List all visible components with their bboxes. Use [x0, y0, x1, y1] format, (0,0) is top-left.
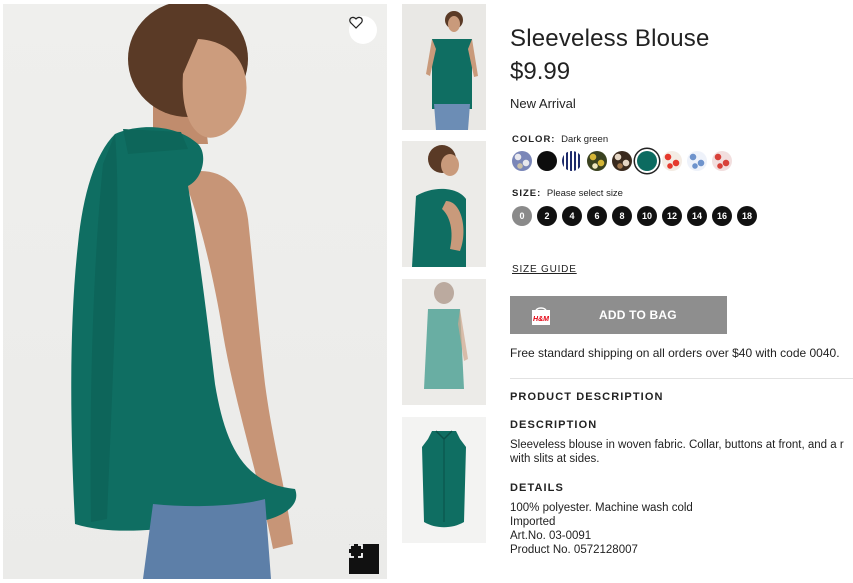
size-guide-link[interactable]: SIZE GUIDE [512, 264, 577, 275]
bag-logo-text: H&M [533, 316, 549, 323]
size-option-18[interactable]: 18 [737, 206, 757, 226]
details-heading: DETAILS [510, 482, 564, 494]
color-swatch-black[interactable] [537, 151, 557, 171]
size-option-2[interactable]: 2 [537, 206, 557, 226]
thumbnail-back[interactable] [402, 279, 486, 405]
color-label: COLOR: Dark green [512, 134, 608, 145]
detail-item: Product No. 0572128007 [510, 544, 638, 556]
color-swatch-striped-navy[interactable] [562, 151, 582, 171]
color-swatch-leopard[interactable] [612, 151, 632, 171]
description-text: Sleeveless blouse in woven fabric. Colla… [510, 438, 853, 466]
size-option-12[interactable]: 12 [662, 206, 682, 226]
color-label-title: COLOR: [512, 134, 556, 145]
size-prompt: Please select size [546, 188, 623, 199]
size-label: SIZE: Please select size [512, 188, 623, 199]
description-line-1: Sleeveless blouse in woven fabric. Colla… [510, 439, 844, 451]
main-product-image[interactable] [3, 4, 387, 579]
size-option-6[interactable]: 6 [587, 206, 607, 226]
new-arrival-badge: New Arrival [510, 96, 576, 111]
thumbnail-side-image [402, 141, 486, 267]
color-swatch-dark-green[interactable] [637, 151, 657, 171]
thumbnail-flat[interactable] [402, 417, 486, 543]
thumbnail-back-image [402, 279, 486, 405]
size-option-8[interactable]: 8 [612, 206, 632, 226]
size-option-0[interactable]: 0 [512, 206, 532, 226]
product-description-heading[interactable]: PRODUCT DESCRIPTION [510, 391, 664, 403]
description-heading: DESCRIPTION [510, 419, 598, 431]
model-back-view-illustration [71, 4, 297, 579]
size-option-16[interactable]: 16 [712, 206, 732, 226]
detail-item: 100% polyester. Machine wash cold [510, 502, 693, 514]
details-list: 100% polyester. Machine wash cold Import… [510, 501, 693, 557]
description-line-2: with slits at sides. [510, 453, 600, 465]
divider [510, 378, 853, 379]
heart-icon [349, 16, 363, 29]
size-label-title: SIZE: [512, 188, 542, 199]
product-title: Sleeveless Blouse [510, 25, 710, 52]
add-to-bag-button[interactable]: H&M ADD TO BAG [510, 296, 727, 334]
thumbnail-front-image [402, 4, 486, 130]
shopping-bag-icon: H&M [532, 307, 550, 325]
add-to-bag-label: ADD TO BAG [599, 308, 677, 322]
product-price: $9.99 [510, 58, 571, 85]
thumbnail-side[interactable] [402, 141, 486, 267]
color-swatches [512, 151, 732, 171]
size-option-4[interactable]: 4 [562, 206, 582, 226]
size-option-10[interactable]: 10 [637, 206, 657, 226]
color-swatch-yellow-floral[interactable] [587, 151, 607, 171]
detail-item: Art.No. 03-0091 [510, 530, 592, 542]
color-swatch-red-floral[interactable] [662, 151, 682, 171]
favorite-button[interactable] [349, 16, 377, 44]
color-swatch-red-pattern[interactable] [712, 151, 732, 171]
color-swatch-blue-floral[interactable] [687, 151, 707, 171]
thumbnail-front[interactable] [402, 4, 486, 130]
size-options: 0 2 4 6 8 10 12 14 16 18 [512, 206, 757, 226]
fullscreen-button[interactable] [349, 544, 379, 574]
shipping-note: Free standard shipping on all orders ove… [510, 346, 840, 360]
expand-icon [349, 544, 363, 558]
size-option-14[interactable]: 14 [687, 206, 707, 226]
color-swatch-floral-light[interactable] [512, 151, 532, 171]
thumbnail-flat-image [402, 417, 486, 543]
detail-item: Imported [510, 516, 556, 528]
color-selected-value: Dark green [561, 134, 609, 145]
